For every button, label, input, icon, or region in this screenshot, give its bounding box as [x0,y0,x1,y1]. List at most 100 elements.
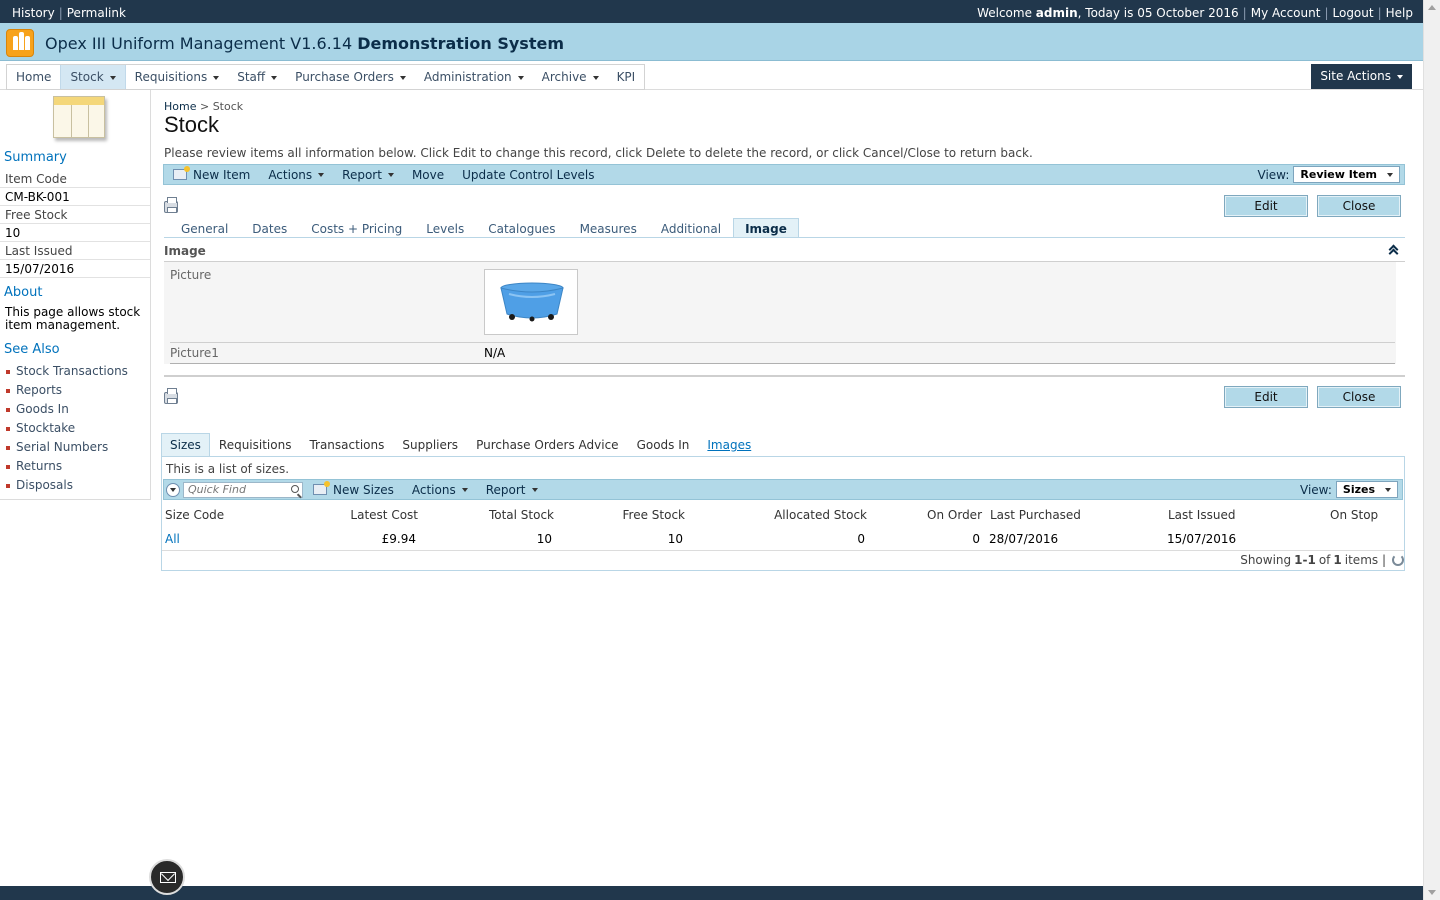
collapse-icon[interactable] [1389,245,1399,255]
app-logo-icon[interactable] [6,29,34,57]
permalink-link[interactable]: Permalink [67,6,126,20]
edit-button-bottom[interactable]: Edit [1224,386,1308,408]
cell-allocated-stock: 0 [857,532,865,546]
table-row: All £9.94 10 10 0 0 28/07/2016 15/07/201… [165,532,1395,548]
help-link[interactable]: Help [1386,6,1413,20]
see-also-goods-in[interactable]: Goods In [6,400,128,419]
see-also-serial-numbers[interactable]: Serial Numbers [6,438,128,457]
nav-stock[interactable]: Stock [60,65,126,89]
tab-additional[interactable]: Additional [649,218,733,238]
refresh-icon[interactable] [1392,554,1404,566]
scroll-down-icon[interactable] [1428,890,1436,895]
bottom-bar [0,886,1423,900]
tab-sizes[interactable]: Sizes [161,433,210,456]
see-also-stock-transactions[interactable]: Stock Transactions [6,362,128,381]
tab-images[interactable]: Images [698,433,760,456]
stock-page-icon [53,96,105,138]
sizes-actions-menu[interactable]: Actions [403,483,477,497]
tab-costs-pricing[interactable]: Costs + Pricing [299,218,414,238]
col-allocated-stock[interactable]: Allocated Stock [774,508,867,522]
close-button[interactable]: Close [1317,195,1401,217]
cell-free-stock: 10 [667,532,683,546]
chevron-down-icon [531,487,538,492]
update-control-levels-button[interactable]: Update Control Levels [453,168,603,182]
close-button-bottom[interactable]: Close [1317,386,1401,408]
quick-find-input[interactable]: Quick Find [183,482,303,498]
tab-transactions[interactable]: Transactions [300,433,393,456]
tab-catalogues[interactable]: Catalogues [476,218,567,238]
site-actions-button[interactable]: Site Actions [1311,64,1412,89]
chevron-down-icon [213,75,220,80]
col-last-purchased[interactable]: Last Purchased [990,508,1081,522]
tab-general[interactable]: General [169,218,240,238]
picture-image[interactable] [484,269,578,335]
move-button[interactable]: Move [403,168,453,182]
new-sizes-button[interactable]: New Sizes [304,481,403,497]
nav-staff[interactable]: Staff [228,65,286,89]
vertical-scrollbar[interactable] [1423,0,1440,900]
col-last-issued[interactable]: Last Issued [1168,508,1235,522]
sizes-report-menu[interactable]: Report [477,483,547,497]
top-bar: History | Permalink Welcome admin, Today i… [0,0,1423,23]
edit-button[interactable]: Edit [1224,195,1308,217]
item-toolbar: New Item Actions Report Move Update Cont… [163,164,1405,185]
form-row-divider [170,342,1395,343]
nav-administration[interactable]: Administration [415,65,533,89]
see-also-disposals[interactable]: Disposals [6,476,128,495]
printer-icon[interactable] [164,197,178,213]
see-also-returns[interactable]: Returns [6,457,128,476]
see-also-reports[interactable]: Reports [6,381,128,400]
picture1-label: Picture1 [170,346,219,360]
tab-levels[interactable]: Levels [414,218,476,238]
tab-goods-in[interactable]: Goods In [628,433,699,456]
chevron-down-icon [399,75,406,80]
nav-kpi[interactable]: KPI [608,65,645,89]
col-free-stock[interactable]: Free Stock [623,508,686,522]
item-code-value: CM-BK-001 [0,188,150,206]
chevron-down-icon[interactable] [166,483,180,497]
nav-requisitions[interactable]: Requisitions [126,65,229,89]
chevron-down-icon [1397,74,1403,79]
nav-archive[interactable]: Archive [533,65,608,89]
chevron-down-icon [109,75,116,80]
free-stock-label: Free Stock [0,206,150,224]
section-bottom-line [164,375,1405,377]
mail-button[interactable] [149,859,185,895]
sizes-view-dropdown[interactable]: Sizes [1335,481,1398,498]
tab-dates[interactable]: Dates [240,218,299,238]
nav-purchase-orders[interactable]: Purchase Orders [286,65,415,89]
search-icon[interactable] [291,485,299,493]
related-tabs: Sizes Requisitions Transactions Supplier… [161,433,760,456]
envelope-icon [160,872,176,883]
image-form: Picture Picture1 N/A [164,262,1396,364]
col-latest-cost[interactable]: Latest Cost [350,508,418,522]
scroll-up-icon[interactable] [1428,5,1436,10]
logout-link[interactable]: Logout [1333,6,1374,20]
printer-icon[interactable] [164,388,178,404]
chevron-down-icon [517,75,524,80]
col-on-stop[interactable]: On Stop [1330,508,1378,522]
username: admin [1035,6,1078,20]
my-account-link[interactable]: My Account [1251,6,1321,20]
view-dropdown[interactable]: Review Item [1293,166,1400,183]
col-on-order[interactable]: On Order [927,508,982,522]
report-menu[interactable]: Report [333,168,403,182]
tab-requisitions[interactable]: Requisitions [210,433,301,456]
title-bar: Opex III Uniform Management V1.6.14 Demo… [0,23,1423,61]
see-also-stocktake[interactable]: Stocktake [6,419,128,438]
new-item-button[interactable]: New Item [164,166,259,182]
col-total-stock[interactable]: Total Stock [489,508,554,522]
nav-home[interactable]: Home [7,65,60,89]
actions-menu[interactable]: Actions [259,168,333,182]
history-link[interactable]: History [12,6,55,20]
tab-image[interactable]: Image [733,218,799,238]
cell-size-code[interactable]: All [165,532,180,546]
chevron-down-icon [1385,487,1391,492]
top-nav: Home Stock Requisitions Staff Purchase O… [0,61,1423,90]
tub-image-icon [500,282,564,322]
new-item-icon [173,166,190,180]
tab-purchase-orders-advice[interactable]: Purchase Orders Advice [467,433,628,456]
col-size-code[interactable]: Size Code [165,508,224,522]
tab-measures[interactable]: Measures [568,218,649,238]
tab-suppliers[interactable]: Suppliers [393,433,467,456]
